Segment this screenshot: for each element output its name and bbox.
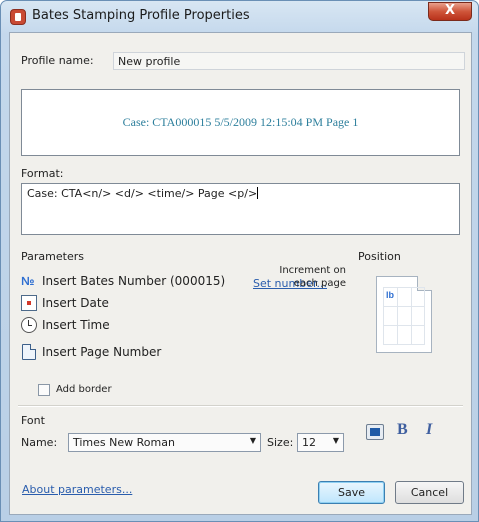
format-input[interactable]: Case: CTA<n/> <d/> <time/> Page <p/> [21, 183, 460, 235]
add-border-label: Add border [56, 384, 112, 395]
font-name-label: Name: [21, 436, 58, 449]
dialog-body: Profile name: New profile Case: CTA00001… [9, 32, 472, 515]
chevron-down-icon: ▼ [249, 436, 256, 445]
insert-time-label: Insert Time [42, 318, 110, 332]
insert-bates-number-label: Insert Bates Number (000015) [42, 274, 226, 288]
font-size-label: Size: [267, 436, 294, 449]
section-divider [18, 405, 463, 407]
clock-icon [21, 317, 37, 333]
format-label: Format: [21, 167, 64, 180]
cancel-button[interactable]: Cancel [395, 481, 464, 504]
dialog-window: Bates Stamping Profile Properties X Prof… [0, 0, 479, 522]
close-button[interactable]: X [428, 2, 472, 21]
calendar-icon [21, 295, 37, 311]
insert-page-number-label: Insert Page Number [42, 345, 162, 359]
about-parameters-link[interactable]: About parameters... [22, 483, 132, 496]
chevron-down-icon: ▼ [332, 436, 339, 445]
insert-date-label: Insert Date [42, 296, 109, 310]
increment-note: Increment on each page [279, 265, 346, 289]
insert-page-number-button[interactable]: Insert Page Number [21, 344, 261, 362]
page-icon [22, 344, 36, 360]
stamp-preview: Case: CTA000015 5/5/2009 12:15:04 PM Pag… [21, 89, 460, 156]
add-border-checkbox[interactable] [38, 384, 50, 396]
insert-time-button[interactable]: Insert Time [21, 317, 261, 335]
preview-text: Case: CTA000015 5/5/2009 12:15:04 PM Pag… [122, 115, 359, 129]
app-icon [10, 9, 26, 25]
position-marker: lb [386, 290, 394, 300]
font-color-button[interactable] [366, 424, 384, 440]
bates-number-icon: № [21, 274, 35, 288]
text-cursor [257, 187, 259, 199]
font-size-value: 12 [302, 436, 316, 449]
italic-button[interactable]: I [426, 421, 432, 439]
insert-date-button[interactable]: Insert Date [21, 295, 261, 313]
font-size-select[interactable]: 12 ▼ [297, 433, 344, 452]
format-text: Case: CTA<n/> <d/> <time/> Page <p/> [27, 187, 258, 200]
parameters-heading: Parameters [21, 250, 84, 263]
bold-button[interactable]: B [397, 421, 408, 439]
profile-name-label: Profile name: [21, 54, 94, 67]
font-name-value: Times New Roman [73, 436, 175, 449]
position-selector[interactable]: lb [376, 276, 432, 353]
window-title: Bates Stamping Profile Properties [32, 8, 250, 23]
font-heading: Font [21, 414, 45, 427]
position-heading: Position [358, 250, 401, 263]
title-bar: Bates Stamping Profile Properties X [1, 1, 478, 31]
font-name-select[interactable]: Times New Roman ▼ [68, 433, 261, 452]
profile-name-input[interactable]: New profile [113, 52, 465, 70]
insert-bates-number-button[interactable]: № Insert Bates Number (000015) [21, 273, 261, 291]
save-button[interactable]: Save [318, 481, 385, 504]
